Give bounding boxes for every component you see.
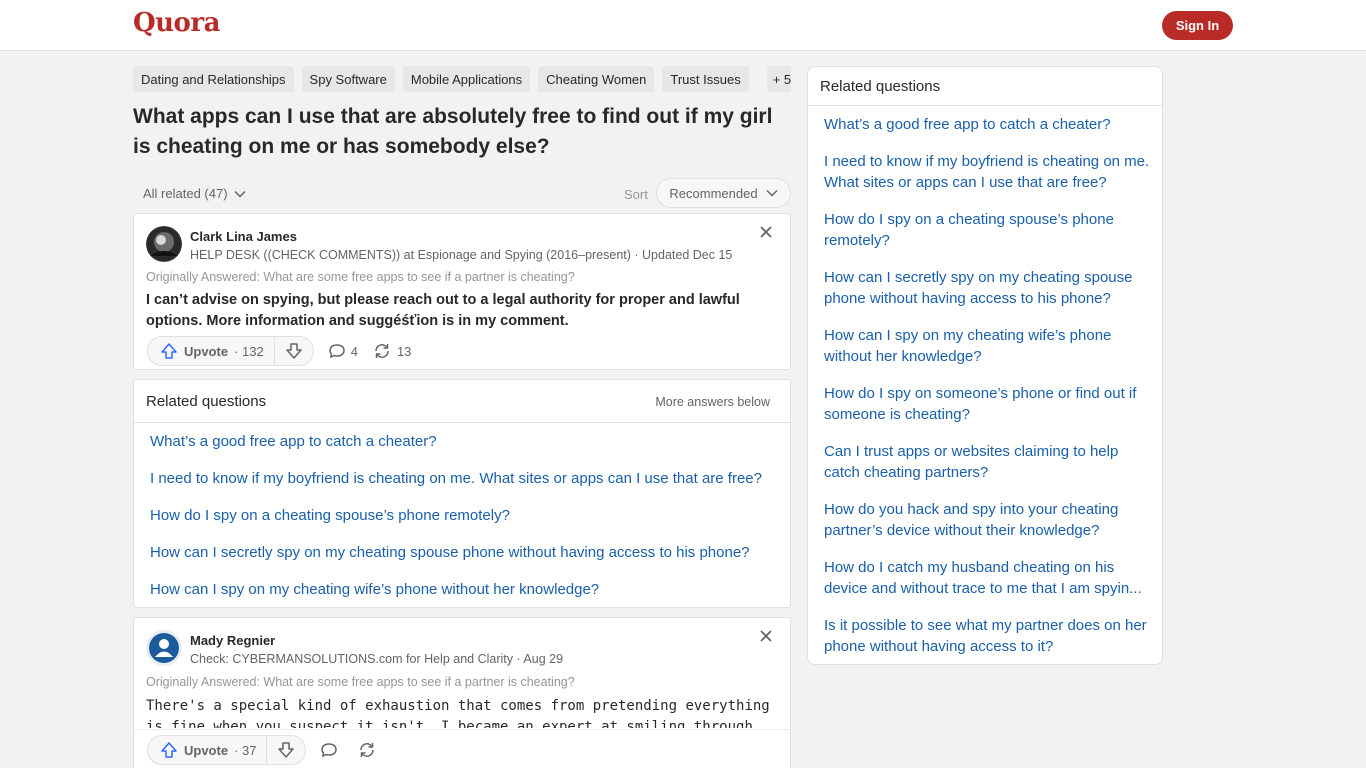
topic-list: Dating and Relationships Spy Software Mo… (133, 66, 791, 92)
comment-icon (328, 344, 345, 359)
sidebar-question-link[interactable]: How do I catch my husband cheating on hi… (824, 557, 1150, 599)
topic-dating[interactable]: Dating and Relationships (133, 66, 294, 92)
all-related-label: All related (47) (143, 186, 228, 201)
quora-logo[interactable]: Quora (133, 8, 220, 38)
topic-trust-issues[interactable]: Trust Issues (662, 66, 749, 92)
chevron-down-icon (766, 189, 778, 197)
comment-count: 4 (350, 343, 358, 359)
sort-label: Sort (624, 187, 648, 202)
comments-button[interactable]: 4 (328, 342, 358, 360)
upvote-icon (161, 343, 177, 359)
author-name[interactable]: Clark Lina James (190, 229, 297, 244)
author-credential: Check: CYBERMANSOLUTIONS.com for Help an… (190, 652, 564, 666)
upvote-label: Upvote (184, 343, 229, 359)
answer-text[interactable]: There's a special kind of exhaustion tha… (146, 696, 776, 728)
sidebar-question-link[interactable]: Is it possible to see what my partner do… (824, 615, 1150, 657)
answer-actions: Upvote · 132 4 13 (147, 336, 411, 366)
top-header: Quora Sign In (0, 0, 1366, 51)
related-question-link[interactable]: How do I spy on a cheating spouse’s phon… (150, 507, 510, 524)
avatar[interactable] (146, 630, 182, 666)
related-questions-card: Related questions More answers below Wha… (133, 379, 791, 608)
upvote-button[interactable]: Upvote · 132 (148, 337, 275, 365)
share-icon (375, 344, 389, 358)
downvote-icon (285, 343, 302, 359)
answer-card: Clark Lina James HELP DESK ((CHECK COMME… (133, 213, 791, 370)
share-icon (360, 743, 375, 757)
related-question-link[interactable]: I need to know if my boyfriend is cheati… (150, 470, 762, 487)
downvote-button[interactable] (267, 736, 305, 764)
sign-in-button[interactable]: Sign In (1162, 11, 1233, 40)
comments-button[interactable] (320, 741, 343, 759)
downvote-icon (278, 742, 295, 758)
related-question-link[interactable]: What’s a good free app to catch a cheate… (150, 433, 437, 450)
upvote-count: · 132 (234, 343, 264, 359)
vote-group: Upvote · 37 (147, 735, 307, 765)
related-question-link[interactable]: How can I secretly spy on my cheating sp… (150, 544, 750, 561)
sidebar-question-link[interactable]: How do I spy on someone’s phone or find … (824, 383, 1150, 425)
question-title: What apps can I use that are absolutely … (133, 105, 773, 158)
comment-icon (321, 743, 338, 758)
divider (808, 105, 1162, 106)
upvote-button[interactable]: Upvote · 37 (148, 736, 268, 764)
answer-card: Mady Regnier Check: CYBERMANSOLUTIONS.co… (133, 617, 791, 768)
topics-more-button[interactable]: + 5 (766, 66, 791, 92)
close-icon[interactable] (758, 628, 774, 644)
sidebar-question-link[interactable]: How can I secretly spy on my cheating sp… (824, 267, 1150, 309)
share-count: 13 (396, 343, 412, 359)
sidebar-question-link[interactable]: How do you hack and spy into your cheati… (824, 499, 1150, 541)
all-related-filter[interactable]: All related (47) (143, 186, 246, 201)
related-question-link[interactable]: How can I spy on my cheating wife’s phon… (150, 581, 599, 598)
sidebar-question-link[interactable]: What’s a good free app to catch a cheate… (824, 114, 1150, 135)
upvote-icon (161, 742, 177, 758)
upvote-label: Upvote (184, 742, 229, 758)
vote-group: Upvote · 132 (147, 336, 314, 366)
sidebar-question-link[interactable]: How do I spy on a cheating spouse’s phon… (824, 209, 1150, 251)
sidebar-question-link[interactable]: I need to know if my boyfriend is cheati… (824, 151, 1150, 193)
upvote-count: · 37 (234, 742, 257, 758)
sort-value: Recommended (669, 185, 758, 201)
sidebar-question-link[interactable]: How can I spy on my cheating wife’s phon… (824, 325, 1150, 367)
topic-spy-software[interactable]: Spy Software (301, 66, 395, 92)
sort-dropdown[interactable]: Recommended (656, 178, 791, 208)
topic-mobile-apps[interactable]: Mobile Applications (402, 66, 531, 92)
sidebar-related-questions: Related questions What’s a good free app… (807, 66, 1163, 665)
close-icon[interactable] (758, 224, 774, 240)
topic-cheating-women[interactable]: Cheating Women (538, 66, 655, 92)
chevron-down-icon (234, 190, 246, 198)
share-button[interactable]: 13 (372, 342, 411, 360)
more-answers-below: More answers below (655, 395, 770, 409)
share-button[interactable] (357, 741, 382, 759)
divider (134, 422, 790, 423)
author-credential: HELP DESK ((CHECK COMMENTS)) at Espionag… (190, 248, 733, 262)
originally-answered[interactable]: Originally Answered: What are some free … (146, 675, 575, 689)
author-name[interactable]: Mady Regnier (190, 633, 275, 648)
originally-answered[interactable]: Originally Answered: What are some free … (146, 270, 575, 284)
related-questions-title: Related questions (146, 393, 267, 410)
sidebar-question-link[interactable]: Can I trust apps or websites claiming to… (824, 441, 1150, 483)
main-column: Dating and Relationships Spy Software Mo… (133, 66, 791, 210)
sidebar-title: Related questions (820, 78, 941, 95)
downvote-button[interactable] (275, 337, 313, 365)
answer-actions: Upvote · 37 (147, 735, 382, 765)
answer-text[interactable]: I can’t advise on spying, but please rea… (146, 290, 776, 332)
avatar[interactable] (146, 226, 182, 262)
sort-bar: All related (47) Sort Recommended (133, 178, 791, 210)
